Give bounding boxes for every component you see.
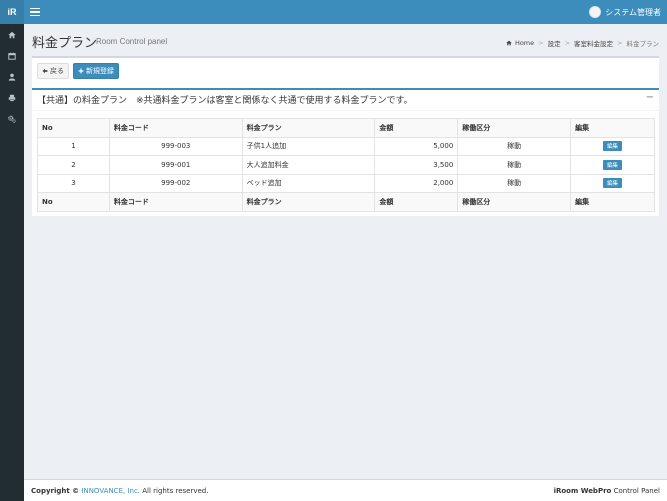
new-registration-label: 新規登録 (86, 67, 114, 75)
sidebar (0, 24, 24, 501)
column-header-amount: 金額 (374, 118, 459, 138)
rights-text: All rights reserved. (142, 486, 209, 495)
column-header-edit: 編集 (570, 118, 655, 138)
table-row: 2 999-001 大人追加料金 3,500 稼動 編集 (37, 155, 655, 175)
plus-icon (78, 68, 84, 74)
product-name: iRoom WebPro (553, 486, 612, 495)
menu-toggle-icon[interactable] (30, 6, 40, 18)
row-status: 稼動 (457, 155, 572, 175)
edit-button[interactable]: 編集 (603, 178, 623, 189)
column-header-code: 料金コード (108, 118, 243, 138)
product-suffix: Control Panel (613, 486, 660, 495)
cogs-icon (8, 115, 16, 123)
sidebar-item-user[interactable] (0, 66, 24, 87)
column-footer-code: 料金コード (108, 192, 243, 212)
back-button-label: 戻る (50, 67, 64, 75)
row-no: 1 (37, 136, 110, 156)
footer-copyright: Copyright © INNOVANCE, Inc. All rights r… (31, 487, 554, 495)
page-subtitle: Room Control panel (96, 37, 168, 46)
table-row: 1 999-003 子供1人追加 5,000 稼動 編集 (37, 136, 655, 156)
page-header: 料金プラン Room Control panel Home > 設定 > 客室料… (32, 30, 659, 51)
avatar (589, 6, 602, 18)
user-icon (8, 73, 16, 81)
breadcrumb-settings[interactable]: 設定 (548, 38, 561, 48)
sidebar-item-settings[interactable] (0, 108, 24, 129)
page-title: 料金プラン (32, 36, 98, 51)
row-code: 999-001 (108, 155, 243, 175)
sidebar-item-calendar[interactable] (0, 45, 24, 66)
company-link[interactable]: INNOVANCE, Inc. (81, 487, 140, 495)
breadcrumb-current: 料金プラン (626, 40, 660, 48)
column-footer-no: No (37, 192, 110, 212)
row-plan: 子供1人追加 (241, 136, 376, 156)
row-code: 999-003 (108, 136, 243, 156)
row-no: 2 (37, 155, 110, 175)
edit-button[interactable]: 編集 (603, 141, 623, 152)
column-header-plan: 料金プラン (241, 118, 376, 138)
copyright-label: Copyright © (31, 486, 80, 495)
box-divider (32, 110, 659, 111)
row-amount: 5,000 (374, 136, 459, 156)
home-icon (8, 31, 16, 38)
row-status: 稼動 (457, 173, 572, 193)
row-code: 999-002 (108, 173, 243, 193)
edit-button[interactable]: 編集 (603, 159, 623, 170)
rate-plan-box: 【共通】の料金プラン ※共通料金プランは客室と関係なく共通で使用する料金プランで… (32, 88, 659, 216)
back-button[interactable]: 戻る (37, 63, 69, 79)
row-amount: 2,000 (374, 173, 459, 193)
footer: Copyright © INNOVANCE, Inc. All rights r… (24, 479, 667, 501)
content-wrapper: 料金プラン Room Control panel Home > 設定 > 客室料… (24, 24, 667, 479)
row-edit-cell: 編集 (570, 155, 655, 175)
footer-product: iRoom WebPro Control Panel (554, 487, 660, 495)
calendar-icon (8, 52, 16, 60)
rate-plan-table: No 料金コード 料金プラン 金額 稼働区分 編集 1 999-003 子供1人… (37, 118, 655, 212)
column-footer-amount: 金額 (374, 192, 459, 212)
arrow-left-icon (42, 68, 48, 74)
breadcrumb-separator: > (617, 39, 623, 47)
row-edit-cell: 編集 (570, 173, 655, 193)
breadcrumb-home-icon (506, 40, 512, 46)
column-footer-plan: 料金プラン (241, 192, 376, 212)
table-footer-row: No 料金コード 料金プラン 金額 稼働区分 編集 (37, 192, 655, 212)
print-icon (8, 94, 16, 101)
breadcrumb-separator: > (538, 39, 544, 47)
collapse-icon[interactable]: − (646, 92, 654, 103)
column-footer-edit: 編集 (570, 192, 655, 212)
box-title: 【共通】の料金プラン ※共通料金プランは客室と関係なく共通で使用する料金プランで… (37, 96, 413, 106)
row-plan: 大人追加料金 (241, 155, 376, 175)
row-plan: ベッド追加 (241, 173, 376, 193)
row-edit-cell: 編集 (570, 136, 655, 156)
app-logo[interactable]: iR (0, 0, 24, 24)
top-navbar: iR システム管理者 (0, 0, 667, 24)
sidebar-item-print[interactable] (0, 87, 24, 108)
column-footer-status: 稼働区分 (457, 192, 572, 212)
breadcrumb-home[interactable]: Home (515, 39, 534, 47)
row-amount: 3,500 (374, 155, 459, 175)
sidebar-item-home[interactable] (0, 24, 24, 45)
breadcrumb: Home > 設定 > 客室料金設定 > 料金プラン (506, 38, 659, 48)
row-no: 3 (37, 173, 110, 193)
breadcrumb-separator: > (564, 39, 571, 47)
new-registration-button[interactable]: 新規登録 (73, 63, 119, 79)
row-status: 稼動 (457, 136, 572, 156)
column-header-status: 稼働区分 (457, 118, 572, 138)
breadcrumb-room-rate[interactable]: 客室料金設定 (574, 38, 613, 48)
table-row: 3 999-002 ベッド追加 2,000 稼動 編集 (37, 173, 655, 193)
column-header-no: No (37, 118, 110, 138)
user-menu[interactable]: システム管理者 (589, 5, 661, 19)
user-name: システム管理者 (605, 7, 661, 17)
table-header-row: No 料金コード 料金プラン 金額 稼働区分 編集 (37, 118, 655, 138)
